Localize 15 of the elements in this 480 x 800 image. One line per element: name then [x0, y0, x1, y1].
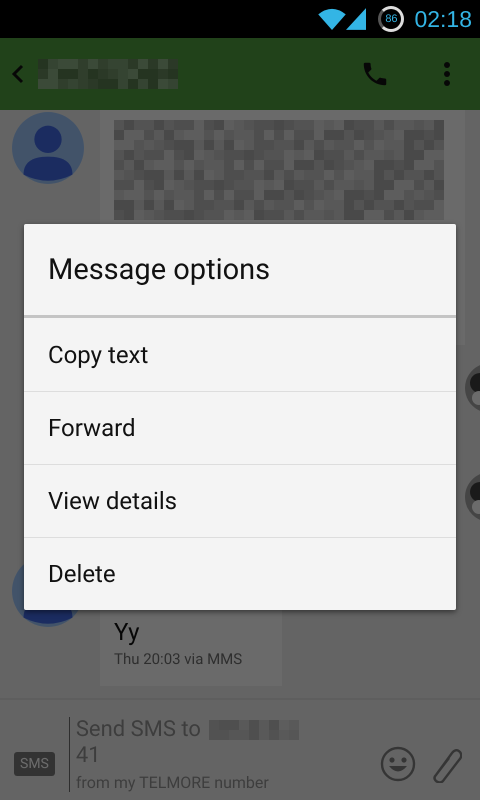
message-text: Yy — [114, 618, 141, 646]
signal-icon — [346, 8, 366, 30]
menu-item[interactable]: Delete — [24, 537, 456, 610]
message-time: Thu 20:03 via MMS — [114, 650, 244, 668]
smiley-icon[interactable] — [380, 746, 416, 782]
menu-item[interactable]: Forward — [24, 391, 456, 464]
menu-item[interactable]: View details — [24, 464, 456, 537]
battery-level: 86 — [385, 13, 398, 25]
avatar-icon — [12, 112, 84, 184]
back-icon[interactable] — [12, 64, 24, 84]
wifi-icon — [318, 8, 346, 30]
more-icon[interactable] — [444, 62, 450, 86]
menu-item[interactable]: Copy text — [24, 318, 456, 391]
clock: 02:18 — [414, 6, 472, 32]
dialog-title: Message options — [24, 224, 456, 318]
